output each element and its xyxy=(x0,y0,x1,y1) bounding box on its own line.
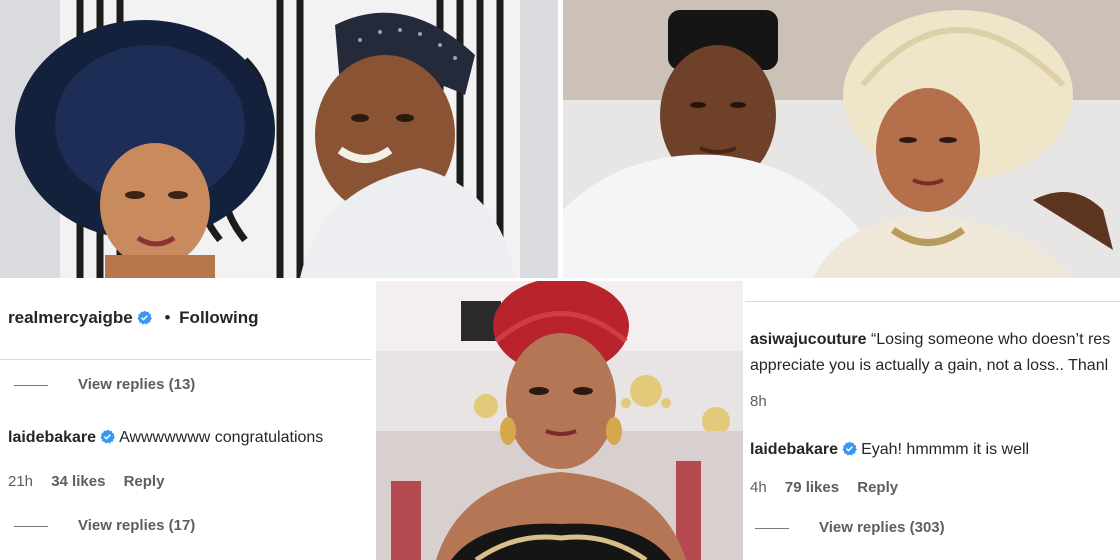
comment-text: Awwwwwww congratulations xyxy=(119,429,324,446)
photo-lady-red-gele xyxy=(376,281,743,560)
reply-button[interactable]: Reply xyxy=(124,473,165,490)
comment-text: Eyah! hmmmm it is well xyxy=(861,441,1030,458)
header-separator: • xyxy=(164,308,171,327)
photo-couple-right xyxy=(563,0,1120,278)
comment-time: 8h xyxy=(750,393,767,410)
post-author-username[interactable]: realmercyaigbe xyxy=(8,308,133,327)
comment-row: laidebakare Awwwwwww congratulations xyxy=(8,429,323,447)
post-header: realmercyaigbe • Following xyxy=(8,308,259,328)
comment-row: laidebakare Eyah! hmmmm it is well xyxy=(750,441,1029,459)
view-replies-label: View replies (13) xyxy=(78,376,196,393)
header-divider xyxy=(0,359,372,360)
comment-text-line2: appreciate you is actually a gain, not a… xyxy=(750,357,1109,374)
verified-badge-icon xyxy=(842,441,857,456)
comment-username[interactable]: laidebakare xyxy=(8,429,96,446)
following-status[interactable]: Following xyxy=(179,308,258,327)
view-replies-button[interactable]: View replies (13) xyxy=(14,376,195,393)
comment-username[interactable]: laidebakare xyxy=(750,441,838,458)
comment-text-line1: “Losing someone who doesn’t res xyxy=(870,331,1111,348)
replies-dash xyxy=(14,525,48,527)
view-replies-label: View replies (17) xyxy=(78,517,196,534)
verified-badge-icon xyxy=(100,429,115,444)
comment-likes[interactable]: 34 likes xyxy=(51,473,105,490)
verified-badge-icon xyxy=(137,310,152,325)
right-comment-panel: asiwajucouture “Losing someone who doesn… xyxy=(745,281,1120,560)
reply-button[interactable]: Reply xyxy=(857,479,898,496)
comment-time: 4h xyxy=(750,479,767,496)
comment-likes[interactable]: 79 likes xyxy=(785,479,839,496)
replies-dash xyxy=(755,527,789,529)
view-replies-button[interactable]: View replies (17) xyxy=(14,517,195,534)
top-divider xyxy=(745,301,1120,302)
replies-dash xyxy=(14,384,48,386)
view-replies-button[interactable]: View replies (303) xyxy=(755,519,945,536)
comment-username[interactable]: asiwajucouture xyxy=(750,331,866,348)
view-replies-label: View replies (303) xyxy=(819,519,945,536)
comment-row: asiwajucouture “Losing someone who doesn… xyxy=(750,331,1110,349)
comment-meta: 8h xyxy=(750,393,781,410)
comment-meta: 4h 79 likes Reply xyxy=(750,479,912,496)
comment-meta: 21h 34 likes Reply xyxy=(8,473,178,490)
photo-couple-left xyxy=(0,0,558,278)
left-comment-panel: realmercyaigbe • Following View replies … xyxy=(0,281,374,560)
comment-time: 21h xyxy=(8,473,34,490)
